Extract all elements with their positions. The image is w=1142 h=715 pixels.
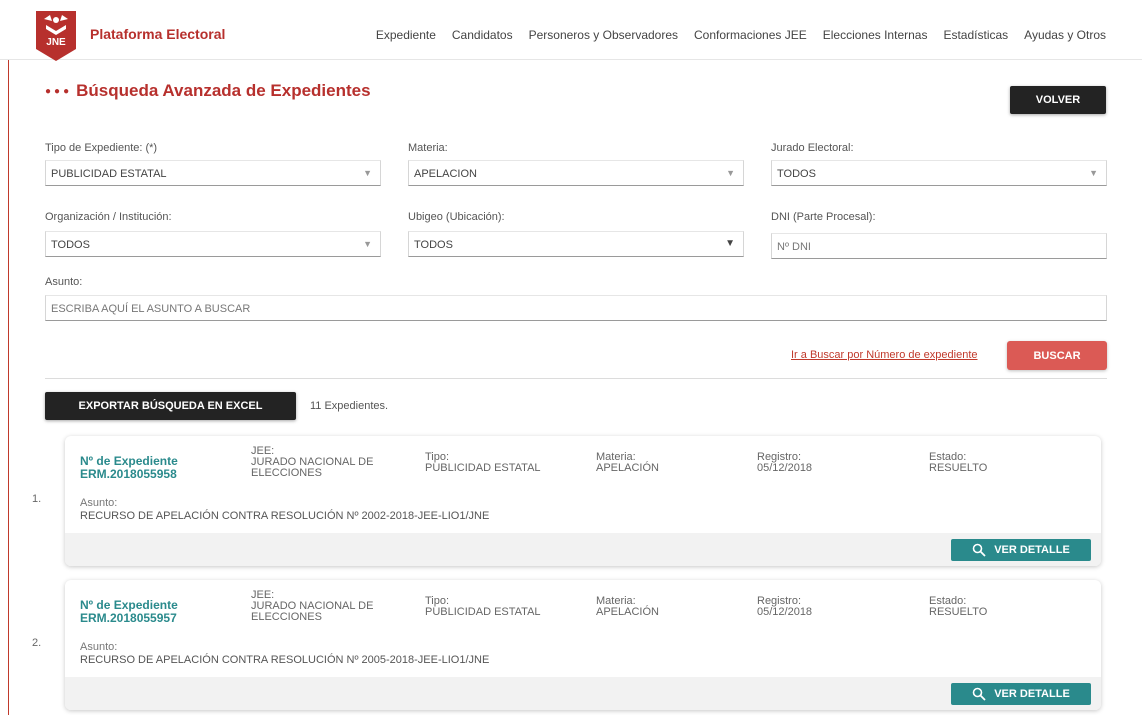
logo-text: JNE xyxy=(46,37,66,48)
ubigeo-label: Ubigeo (Ubicación): xyxy=(408,211,505,223)
search-icon xyxy=(972,687,986,701)
estado-value: RESUELTO xyxy=(929,462,988,474)
nav-candidatos[interactable]: Candidatos xyxy=(452,28,513,42)
page-title-text: Búsqueda Avanzada de Expedientes xyxy=(76,81,371,100)
search-button[interactable]: BUSCAR xyxy=(1007,341,1107,370)
result-card: Nº de Expediente ERM.2018055958 JEE: JUR… xyxy=(65,436,1101,566)
expediente-number-link[interactable]: ERM.2018055958 xyxy=(80,467,177,481)
jne-logo[interactable]: JNE xyxy=(36,11,76,61)
organizacion-select[interactable]: TODOS ▼ xyxy=(45,231,381,257)
asunto-label: Asunto: xyxy=(45,276,83,288)
tipo-result-value: PUBLICIDAD ESTATAL xyxy=(425,462,541,474)
nav-expediente[interactable]: Expediente xyxy=(376,28,436,42)
title-dots-icon: ●●● xyxy=(45,85,73,97)
estado-value: RESUELTO xyxy=(929,606,988,618)
export-excel-button[interactable]: EXPORTAR BÚSQUEDA EN EXCEL xyxy=(45,392,296,420)
search-by-number-link[interactable]: Ir a Buscar por Número de expediente xyxy=(791,349,978,361)
divider xyxy=(45,378,1107,379)
registro-value: 05/12/2018 xyxy=(757,462,813,474)
dni-label: DNI (Parte Procesal): xyxy=(771,211,876,223)
registro-value: 05/12/2018 xyxy=(757,606,813,618)
page-title: ●●● Búsqueda Avanzada de Expedientes xyxy=(45,81,371,101)
jee-value-line2: ELECCIONES xyxy=(251,467,322,479)
card-footer xyxy=(65,677,1101,710)
tipo-column: Tipo: PUBLICIDAD ESTATAL xyxy=(425,452,541,474)
jee-column: JEE: JURADO NACIONAL DE ELECCIONES xyxy=(251,590,373,623)
estado-column: Estado: RESUELTO xyxy=(929,596,987,618)
jurado-label: Jurado Electoral: xyxy=(771,142,854,154)
chevron-down-icon: ▼ xyxy=(363,168,372,178)
expediente-label: Nº de Expediente xyxy=(80,598,178,612)
expediente-number-link[interactable]: ERM.2018055957 xyxy=(80,611,177,625)
brand-title[interactable]: Plataforma Electoral xyxy=(90,26,225,42)
materia-result-value: APELACIÓN xyxy=(596,606,659,618)
top-header: JNE Plataforma Electoral Expediente Cand… xyxy=(0,0,1142,61)
nav-estadisticas[interactable]: Estadísticas xyxy=(943,28,1008,42)
asunto-result-value: RECURSO DE APELACIÓN CONTRA RESOLUCIÓN N… xyxy=(80,654,490,666)
dni-placeholder: Nº DNI xyxy=(777,241,811,253)
result-card: Nº de Expediente ERM.2018055957 JEE: JUR… xyxy=(65,580,1101,710)
main-nav: Expediente Candidatos Personeros y Obser… xyxy=(376,28,1106,42)
registro-column: Registro: 05/12/2018 xyxy=(757,452,812,474)
materia-label: Materia: xyxy=(408,142,448,154)
asunto-placeholder: ESCRIBA AQUÍ EL ASUNTO A BUSCAR xyxy=(51,303,251,315)
result-index: 1. xyxy=(32,493,42,505)
tipo-select[interactable]: PUBLICIDAD ESTATAL ▼ xyxy=(45,160,381,186)
card-footer xyxy=(65,533,1101,566)
expediente-label: Nº de Expediente xyxy=(80,454,178,468)
left-frame-border xyxy=(8,60,9,715)
jurado-select[interactable]: TODOS ▼ xyxy=(771,160,1107,186)
chevron-down-icon: ▼ xyxy=(363,239,372,249)
dni-input[interactable]: Nº DNI xyxy=(771,233,1107,259)
materia-value: APELACION xyxy=(414,168,477,180)
chevron-down-icon: ▼ xyxy=(726,168,735,178)
view-detail-button[interactable]: VER DETALLE xyxy=(951,539,1091,561)
search-icon xyxy=(972,543,986,557)
registro-column: Registro: 05/12/2018 xyxy=(757,596,812,618)
jee-value-line2: ELECCIONES xyxy=(251,611,322,623)
tipo-result-value: PUBLICIDAD ESTATAL xyxy=(425,606,541,618)
ubigeo-select[interactable]: TODOS ▼ xyxy=(408,231,744,257)
jee-column: JEE: JURADO NACIONAL DE ELECCIONES xyxy=(251,446,373,479)
asunto-result-value: RECURSO DE APELACIÓN CONTRA RESOLUCIÓN N… xyxy=(80,510,490,522)
nav-personeros[interactable]: Personeros y Observadores xyxy=(529,28,678,42)
nav-ayudas[interactable]: Ayudas y Otros xyxy=(1024,28,1106,42)
ubigeo-value: TODOS xyxy=(414,239,453,251)
asunto-result-label: Asunto: xyxy=(80,641,118,653)
asunto-input[interactable]: ESCRIBA AQUÍ EL ASUNTO A BUSCAR xyxy=(45,295,1107,321)
asunto-result-label: Asunto: xyxy=(80,497,118,509)
result-index: 2. xyxy=(32,637,42,649)
organizacion-label: Organización / Institución: xyxy=(45,211,172,223)
nav-elecciones-internas[interactable]: Elecciones Internas xyxy=(823,28,928,42)
jurado-value: TODOS xyxy=(777,168,816,180)
view-detail-button[interactable]: VER DETALLE xyxy=(951,683,1091,705)
materia-column: Materia: APELACIÓN xyxy=(596,596,659,618)
chevron-down-icon: ▼ xyxy=(1089,168,1098,178)
caret-down-icon: ▼ xyxy=(725,238,735,249)
nav-conformaciones[interactable]: Conformaciones JEE xyxy=(694,28,807,42)
back-button[interactable]: VOLVER xyxy=(1010,86,1106,114)
tipo-label: Tipo de Expediente: (*) xyxy=(45,142,158,154)
estado-column: Estado: RESUELTO xyxy=(929,452,987,474)
materia-column: Materia: APELACIÓN xyxy=(596,452,659,474)
results-count: 11 Expedientes. xyxy=(310,400,389,412)
materia-result-value: APELACIÓN xyxy=(596,462,659,474)
view-detail-label: VER DETALLE xyxy=(994,544,1070,556)
tipo-column: Tipo: PUBLICIDAD ESTATAL xyxy=(425,596,541,618)
tipo-value: PUBLICIDAD ESTATAL xyxy=(51,168,167,180)
materia-select[interactable]: APELACION ▼ xyxy=(408,160,744,186)
view-detail-label: VER DETALLE xyxy=(994,688,1070,700)
organizacion-value: TODOS xyxy=(51,239,90,251)
